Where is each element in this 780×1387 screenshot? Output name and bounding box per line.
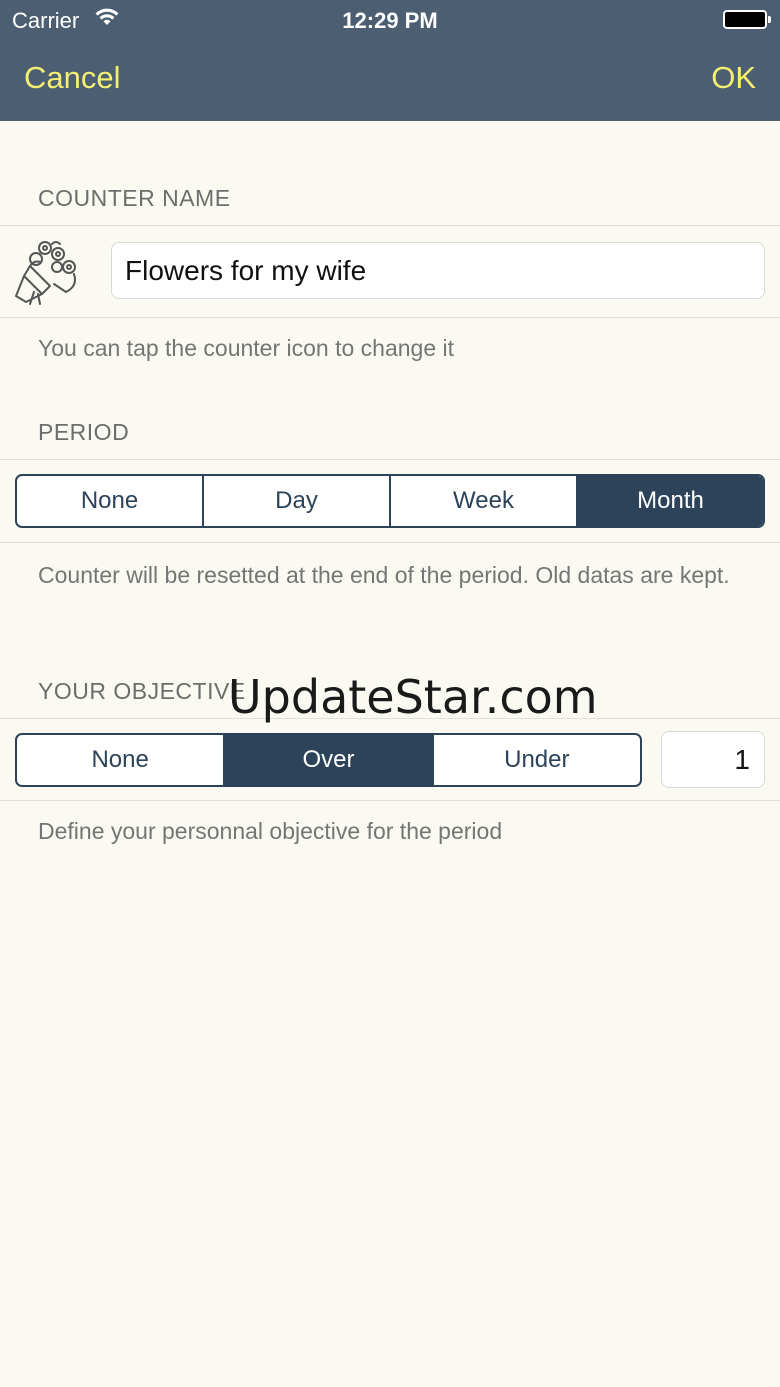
- watermark-text: UpdateStar.com: [228, 670, 598, 724]
- counter-name-header: COUNTER NAME: [38, 185, 231, 211]
- objective-row: None Over Under: [0, 718, 780, 801]
- period-segmented-control: None Day Week Month: [15, 474, 765, 528]
- counter-name-hint: You can tap the counter icon to change i…: [38, 335, 455, 361]
- objective-header: YOUR OBJECTIVE: [38, 678, 246, 704]
- period-option-week[interactable]: Week: [391, 476, 578, 526]
- objective-option-none[interactable]: None: [17, 735, 226, 785]
- counter-name-row: [0, 225, 780, 318]
- period-hint: Counter will be resetted at the end of t…: [38, 562, 730, 588]
- period-option-month[interactable]: Month: [578, 476, 763, 526]
- period-option-none[interactable]: None: [17, 476, 204, 526]
- objective-option-under[interactable]: Under: [434, 735, 640, 785]
- bouquet-icon[interactable]: [12, 234, 86, 308]
- battery-icon: [723, 10, 771, 29]
- period-header: PERIOD: [38, 419, 130, 445]
- clock: 12:29 PM: [342, 8, 438, 33]
- objective-segmented-control: None Over Under: [15, 733, 642, 787]
- navigation-bar: Carrier 12:29 PM Cancel OK: [0, 0, 780, 121]
- objective-hint: Define your personnal objective for the …: [38, 818, 503, 844]
- objective-value-field[interactable]: [661, 731, 765, 788]
- counter-name-field[interactable]: [111, 242, 765, 299]
- objective-option-over[interactable]: Over: [225, 735, 434, 785]
- period-row: None Day Week Month: [0, 459, 780, 543]
- period-option-day[interactable]: Day: [204, 476, 391, 526]
- cancel-button[interactable]: Cancel: [24, 60, 121, 96]
- ok-button[interactable]: OK: [711, 60, 756, 96]
- status-bar: Carrier 12:29 PM: [0, 0, 780, 40]
